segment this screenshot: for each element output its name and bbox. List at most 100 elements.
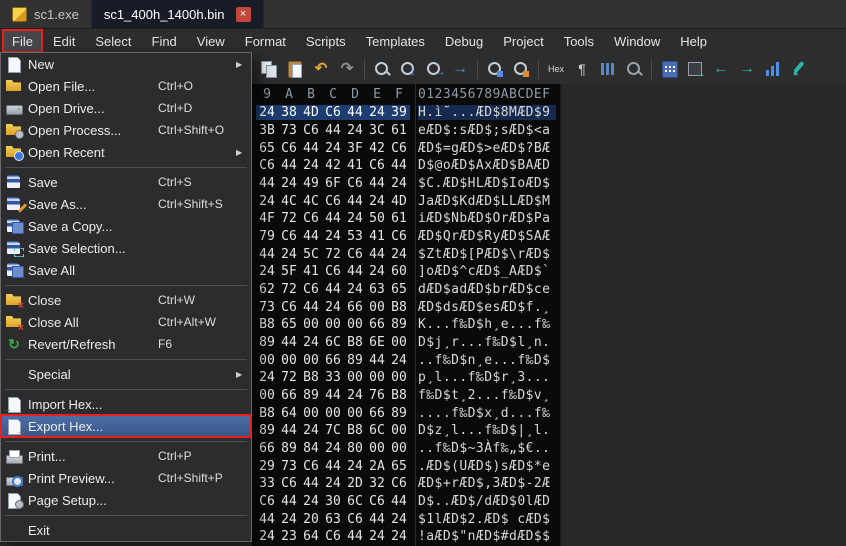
ascii-text[interactable]: dÆD$adÆD$brÆD$ce <box>418 282 556 297</box>
hex-byte[interactable]: 44 <box>388 494 410 509</box>
menu-item-exit[interactable]: Exit <box>1 519 251 541</box>
hex-byte[interactable]: 00 <box>300 353 322 368</box>
menu-item-page-setup[interactable]: Page Setup... <box>1 489 251 511</box>
hex-byte[interactable]: 4D <box>388 194 410 209</box>
hex-byte[interactable]: 66 <box>344 300 366 315</box>
hex-byte[interactable]: 24 <box>300 158 322 173</box>
menu-item-export-hex[interactable]: Export Hex... <box>0 414 252 438</box>
hex-byte[interactable]: 44 <box>366 247 388 262</box>
hex-byte[interactable]: 64 <box>300 529 322 544</box>
hex-byte[interactable]: 89 <box>388 317 410 332</box>
hex-byte[interactable]: 44 <box>322 211 344 226</box>
hex-byte[interactable]: 00 <box>344 406 366 421</box>
menu-item-close[interactable]: Close Ctrl+W <box>1 289 251 313</box>
hex-byte[interactable]: 72 <box>278 282 300 297</box>
ascii-text[interactable]: D$z¸l...f‰D$|¸l. <box>418 423 556 438</box>
hex-byte[interactable]: 5F <box>278 264 300 279</box>
undo-button[interactable] <box>308 56 334 82</box>
histogram-button[interactable] <box>760 56 786 82</box>
menu-item-import-hex[interactable]: Import Hex... <box>1 393 251 416</box>
hex-byte[interactable]: 24 <box>256 105 278 120</box>
hex-byte[interactable]: 23 <box>278 529 300 544</box>
hex-byte[interactable]: 00 <box>322 406 344 421</box>
menu-item-save-a-copy[interactable]: Save a Copy... <box>1 215 251 237</box>
menu-item-new[interactable]: New ▶ <box>1 53 251 75</box>
find-strings-button[interactable] <box>482 56 508 82</box>
hex-byte[interactable]: 72 <box>278 211 300 226</box>
navigate-forward-button[interactable] <box>734 56 760 82</box>
hex-byte[interactable]: 44 <box>344 264 366 279</box>
hex-byte[interactable]: 64 <box>278 406 300 421</box>
hex-byte[interactable]: 4C <box>300 194 322 209</box>
hex-byte[interactable]: C6 <box>344 512 366 527</box>
hex-byte[interactable]: 60 <box>388 264 410 279</box>
menubar-item-file[interactable]: File <box>2 29 43 53</box>
hex-byte[interactable]: 24 <box>322 229 344 244</box>
ascii-text[interactable]: ÆD$dsÆD$esÆD$f.¸ <box>418 300 556 315</box>
hex-byte[interactable]: C6 <box>322 264 344 279</box>
hex-byte[interactable]: 24 <box>344 388 366 403</box>
hex-byte[interactable]: 44 <box>278 335 300 350</box>
hex-byte[interactable]: 7C <box>322 423 344 438</box>
hex-byte[interactable]: 89 <box>278 441 300 456</box>
goto-button[interactable] <box>447 56 473 82</box>
hex-byte[interactable]: 44 <box>278 494 300 509</box>
ascii-text[interactable]: D$j¸r...f‰D$l¸n. <box>418 335 556 350</box>
hex-byte[interactable]: 00 <box>366 300 388 315</box>
menu-item-special[interactable]: Special ▶ <box>1 363 251 385</box>
menu-item-print[interactable]: Print... Ctrl+P <box>1 445 251 467</box>
ascii-text[interactable]: K...f‰D$h¸e...f‰ <box>418 317 556 332</box>
menubar-item-debug[interactable]: Debug <box>435 29 493 53</box>
hex-byte[interactable]: C6 <box>366 494 388 509</box>
hex-byte[interactable]: 6C <box>322 335 344 350</box>
hex-byte[interactable]: 00 <box>344 317 366 332</box>
hex-byte[interactable]: B8 <box>344 423 366 438</box>
hex-byte[interactable]: 44 <box>344 194 366 209</box>
hex-byte[interactable]: 24 <box>300 494 322 509</box>
ascii-text[interactable]: $ZtÆD$[PÆD$\rÆD$ <box>418 247 556 262</box>
hex-byte[interactable]: 24 <box>366 529 388 544</box>
hex-byte[interactable]: 44 <box>300 300 322 315</box>
redo-button[interactable] <box>334 56 360 82</box>
hex-byte[interactable]: 66 <box>256 441 278 456</box>
hex-byte[interactable]: 24 <box>388 247 410 262</box>
hex-byte[interactable]: 6F <box>322 176 344 191</box>
ascii-text[interactable]: ÆD$+rÆD$,3ÆD$-2Æ <box>418 476 556 491</box>
menu-item-print-preview[interactable]: Print Preview... Ctrl+Shift+P <box>1 467 251 489</box>
hex-byte[interactable]: 61 <box>388 211 410 226</box>
menubar-item-help[interactable]: Help <box>670 29 717 53</box>
hex-byte[interactable]: 41 <box>366 229 388 244</box>
hex-byte[interactable]: C6 <box>278 300 300 315</box>
hex-byte[interactable]: 00 <box>300 317 322 332</box>
ascii-text[interactable]: JaÆD$KdÆD$LLÆD$M <box>418 194 556 209</box>
hex-byte[interactable]: 24 <box>344 459 366 474</box>
hex-byte[interactable]: C6 <box>344 247 366 262</box>
hex-byte[interactable]: C6 <box>322 194 344 209</box>
navigate-back-button[interactable] <box>708 56 734 82</box>
hex-byte[interactable]: 66 <box>366 406 388 421</box>
hex-byte[interactable]: B8 <box>388 300 410 315</box>
hex-byte[interactable]: 44 <box>366 176 388 191</box>
hex-byte[interactable]: 00 <box>388 423 410 438</box>
hex-byte[interactable]: B8 <box>344 335 366 350</box>
hex-byte[interactable]: 84 <box>300 441 322 456</box>
tab-close-button[interactable]: × <box>235 6 251 22</box>
hex-byte[interactable]: 24 <box>322 441 344 456</box>
hex-byte[interactable]: 42 <box>322 158 344 173</box>
hex-byte[interactable]: B8 <box>256 406 278 421</box>
menu-item-revert-refresh[interactable]: Revert/Refresh F6 <box>1 333 251 355</box>
hex-byte[interactable]: 24 <box>322 300 344 315</box>
hex-byte[interactable]: 73 <box>278 123 300 138</box>
hex-byte[interactable]: B8 <box>300 370 322 385</box>
column-mode-button[interactable] <box>595 56 621 82</box>
ascii-text[interactable]: ..f‰D$~3Àf‰„$€.. <box>418 441 556 456</box>
find-next-button[interactable] <box>395 56 421 82</box>
hex-byte[interactable]: 24 <box>278 176 300 191</box>
ascii-text[interactable]: f‰D$t¸2...f‰D$v¸ <box>418 388 556 403</box>
hex-byte[interactable]: 24 <box>278 247 300 262</box>
hex-byte[interactable]: 89 <box>344 353 366 368</box>
hex-byte[interactable]: 44 <box>256 176 278 191</box>
ascii-text[interactable]: D$@oÆD$AxÆD$BAÆD <box>418 158 556 173</box>
hex-byte[interactable]: 44 <box>322 388 344 403</box>
hex-byte[interactable]: B8 <box>388 388 410 403</box>
